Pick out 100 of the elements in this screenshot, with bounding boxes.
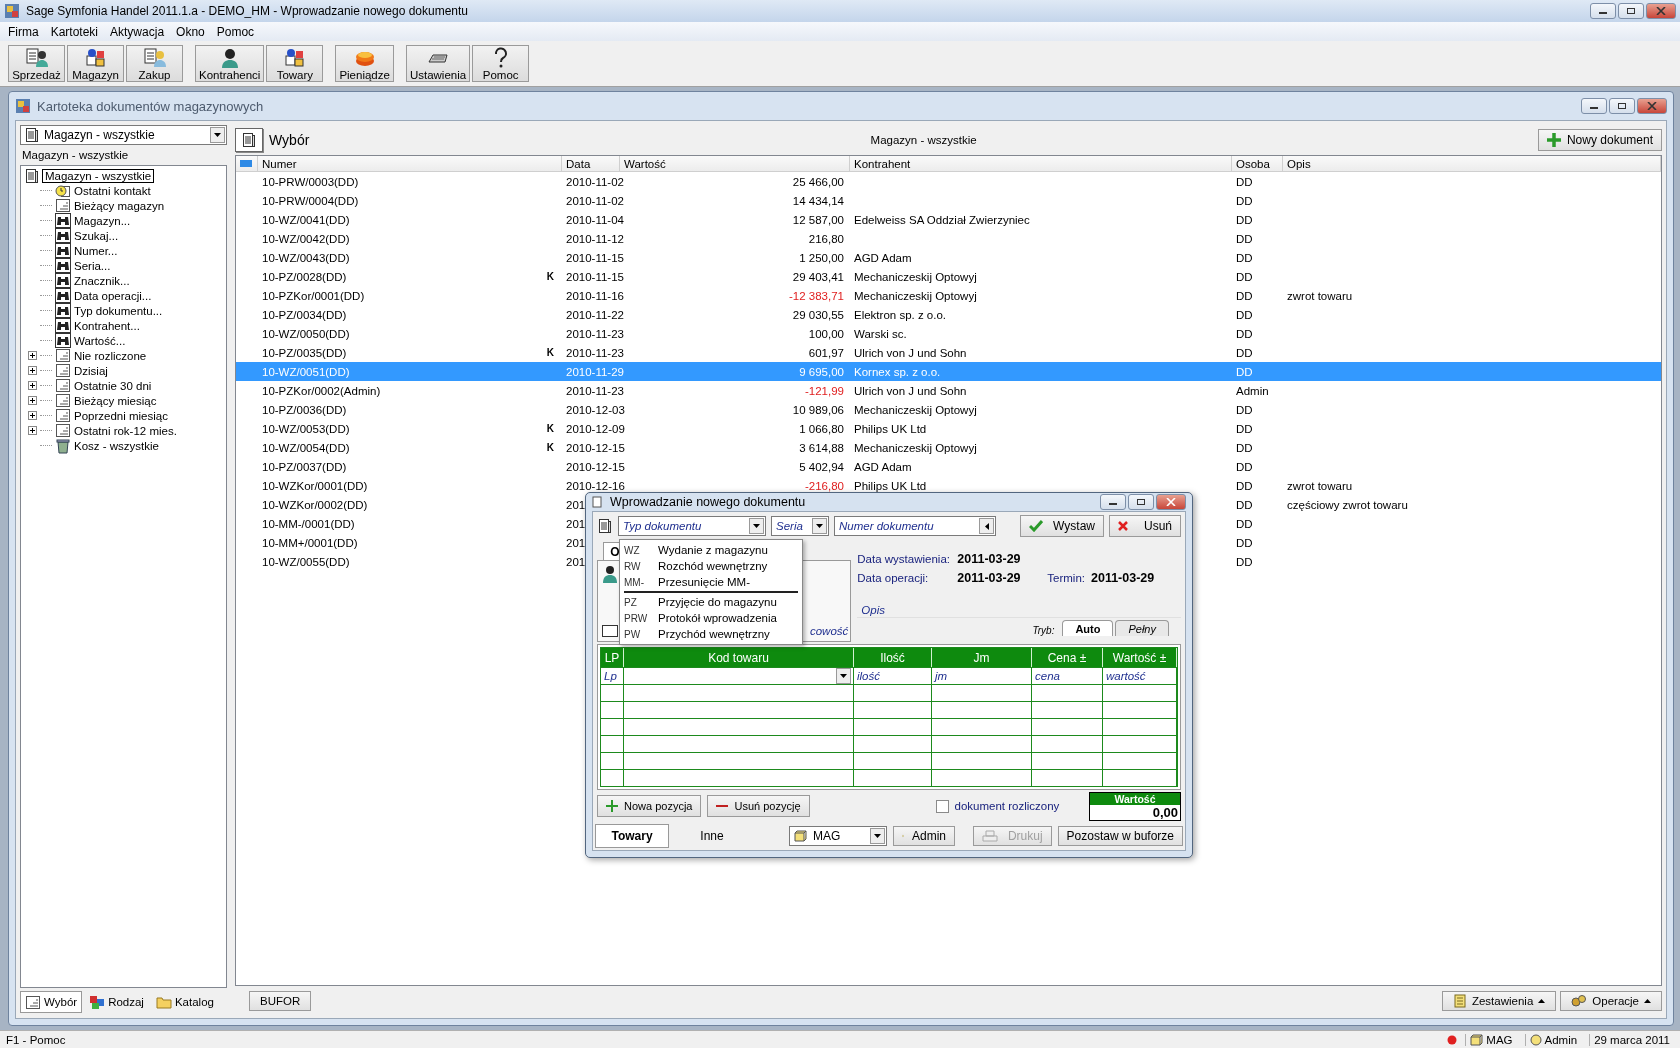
table-cell: 14 434,14 [792,194,844,207]
window-title: Sage Symfonia Handel 2011.1.a - DEMO_HM - Wprowadzanie nowego dokumentu [26,4,469,18]
table-cell: 10-WZ/0043(DD) [262,251,350,264]
table-cell: 10-PRW/0004(DD) [262,194,359,207]
table-cell: 2010-11-02 [566,175,624,188]
filter-label: Magazyn - wszystkie [870,134,977,146]
table-cell: 2010-11-15 [566,251,624,264]
table-cell: 10-PZ/0034(DD) [262,308,347,321]
field-label: Data operacji: [857,571,930,584]
table-cell: DD [1236,498,1253,511]
window-title: Kartoteka dokumentów magazynowych [37,98,265,114]
table-cell: 216,80 [808,232,844,245]
table-cell: 2010-11-12 [566,232,624,245]
table-cell: 201 [566,536,586,549]
table-cell: 10-WZ/0042(DD) [262,232,350,245]
column-header: Wartość ± [1103,648,1177,667]
table-cell: 10-PZKor/0001(DD) [262,289,365,302]
table-cell: Ulrich von J und Sohn [854,384,967,397]
table-cell: DD [1236,175,1253,188]
table-cell: 2010-11-22 [566,308,624,321]
table-cell: DD [1236,422,1253,435]
table-cell: DD [1236,346,1253,359]
table-cell: DD [1236,213,1253,226]
table-cell: 10-WZ/0051(DD) [262,365,350,378]
table-cell: 10-PZ/0037(DD) [262,460,347,473]
table-cell: 2010-11-29 [566,365,624,378]
table-cell: zwrot towaru [1287,289,1353,302]
total-box: Wartość 0,00 [1089,791,1181,821]
table-cell: 10-WZ/0053(DD) [262,422,350,435]
table-cell: DD [1236,270,1253,283]
table-cell: DD [1236,517,1253,530]
status-user: Admin [1544,1033,1578,1046]
table-cell: 10-WZ/0050(DD) [262,327,350,340]
column-header: LP [601,648,624,667]
flag-mark: K [546,423,554,434]
table-cell: 10-PZ/0035(DD) [262,346,347,359]
table-cell: 2010-12-16 [566,479,625,492]
table-cell: 2010-11-02 [566,194,624,207]
table-cell: 10 989,06 [792,403,844,416]
table-cell: Edelweiss SA Oddział Zwierzyniec [854,213,1030,226]
table-cell: Ulrich von J und Sohn [854,346,967,359]
table-cell: 1 066,80 [799,422,844,435]
table-cell: DD [1236,289,1253,302]
table-cell: 100,00 [808,327,844,340]
table-cell: Mechaniczeskij Optowyj [854,441,977,454]
table-cell: DD [1236,460,1253,473]
table-cell: 10-WZKor/0002(DD) [262,498,368,511]
table-cell: DD [1236,536,1253,549]
table-cell: 201 [566,498,586,511]
table-cell: 10-WZ/0054(DD) [262,441,350,454]
column-header: Kod towaru [624,648,854,667]
table-cell: 2010-11-23 [566,346,624,359]
table-cell: 29 403,41 [792,270,844,283]
table-cell: DD [1236,403,1253,416]
panel-caption: Magazyn - wszystkie [21,148,130,163]
table-cell: 601,97 [808,346,844,359]
table-cell: 10-WZ/0055(DD) [262,555,350,568]
status-text: F1 - Pomoc [6,1033,66,1046]
field-label: Termin: [1047,571,1085,584]
table-cell: 10-MM+/0001(DD) [262,536,358,549]
table-cell: 10-PZ/0028(DD) [262,270,347,283]
table-cell: 12 587,00 [792,213,844,226]
table-cell: DD [1236,327,1253,340]
table-cell: DD [1236,441,1253,454]
table-cell: 2010-12-09 [566,422,625,435]
table-cell: 3 614,88 [799,441,844,454]
table-cell: DD [1236,308,1253,321]
table-cell: 2010-11-23 [566,327,624,340]
column-header: Ilość [854,648,932,667]
table-cell: 10-WZ/0041(DD) [262,213,350,226]
status-warehouse: MAG [1486,1033,1513,1046]
table-cell: Elektron sp. z o.o. [854,308,947,321]
table-cell: -121,99 [805,384,844,397]
table-cell: DD [1236,365,1253,378]
table-cell: 10-PZ/0036(DD) [262,403,347,416]
table-cell: 9 695,00 [799,365,844,378]
table-cell: DD [1236,479,1253,492]
table-cell: 2010-12-15 [566,441,625,454]
table-cell: 5 402,94 [799,460,844,473]
table-cell: DD [1236,232,1253,245]
table-cell: Philips UK Ltd [854,479,927,492]
table-cell: Philips UK Ltd [854,422,927,435]
field-label: Data wystawienia: [857,552,951,565]
table-cell: Mechaniczeskij Optowyj [854,289,977,302]
table-cell: 29 030,55 [792,308,844,321]
table-cell: 2010-12-03 [566,403,625,416]
table-cell: 2010-11-23 [566,384,624,397]
table-cell: Warski sc. [854,327,907,340]
table-cell: DD [1236,555,1253,568]
column-header: Jm [932,648,1032,667]
table-cell: DD [1236,194,1253,207]
table-cell: częściowy zwrot towaru [1287,498,1408,511]
flag-mark: K [546,271,554,282]
table-cell: 10-WZKor/0001(DD) [262,479,368,492]
table-cell: 2010-11-15 [566,270,624,283]
table-cell: Admin [1236,384,1269,397]
mode-label: Tryb: [1032,625,1055,636]
flag-mark: K [546,442,554,453]
table-cell: Mechaniczeskij Optowyj [854,270,977,283]
table-cell: 2010-12-15 [566,460,625,473]
